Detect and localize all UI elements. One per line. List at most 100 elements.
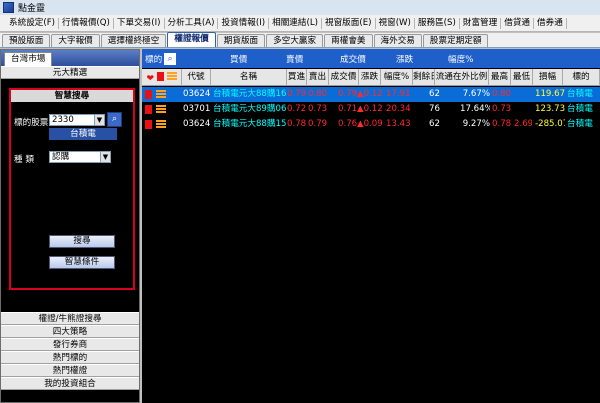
row-days: 62	[429, 89, 440, 99]
header-underlying[interactable]: 標的	[563, 69, 600, 86]
menu-securities-lending[interactable]: 借券通	[534, 17, 567, 29]
row-code: 037012	[182, 102, 211, 117]
row-pct: 20.34	[386, 104, 411, 114]
row-ratio: 9.27%	[462, 119, 490, 129]
table-header: ❤ 代號 名稱 買進 賣出 成交價 漲跌 幅度% 剩餘日 流通在外比例 最高 最…	[142, 69, 600, 86]
menu-trade[interactable]: 下單交易(I)	[114, 17, 165, 29]
menu-info[interactable]: 投資情報(I)	[218, 17, 270, 29]
row-name: 台積電元大88購16	[213, 89, 287, 99]
smart-condition-button[interactable]: 智慧條件	[49, 256, 115, 269]
row-loss: 123.73	[535, 104, 565, 114]
row-bid: 0.78	[287, 119, 307, 129]
four-strategies-button[interactable]: 四大策略	[1, 325, 139, 338]
row-bid: 0.72	[287, 104, 307, 114]
header-price[interactable]: 成交價	[329, 69, 359, 86]
strip-pct: 幅度%	[448, 55, 474, 65]
row-underlying: 台積電	[567, 119, 593, 129]
row-change: ▲0.12	[357, 104, 382, 114]
tab-two-rights[interactable]: 兩權會美	[324, 34, 373, 47]
strip-price: 成交價	[340, 55, 366, 65]
menu-layout[interactable]: 視窗版面(E)	[322, 17, 376, 29]
header-ask[interactable]: 賣出	[307, 69, 329, 86]
header-days[interactable]: 剩餘日	[413, 69, 435, 86]
row-name: 台積電元大89購06	[213, 104, 287, 114]
row-change: ▲0.09	[357, 119, 382, 129]
red-square-icon[interactable]	[156, 72, 164, 81]
header-bid[interactable]: 買進	[287, 69, 307, 86]
search-icon[interactable]: ⌕	[164, 52, 177, 65]
menu-window[interactable]: 視窗(W)	[376, 17, 415, 29]
title-bar: 點金靈	[0, 0, 600, 15]
row-ask: 0.73	[308, 104, 328, 114]
row-loss: 119.67	[535, 89, 565, 99]
menu-analysis[interactable]: 分析工具(A)	[165, 17, 219, 29]
header-change[interactable]: 漲跌	[359, 69, 381, 86]
top-picks-button[interactable]: 元大精選	[1, 66, 139, 79]
smart-search-box: 智慧搜尋 標的股票 2330 ▼ ⌕ 台積電 種 類 認購 ▼ 搜尋 智慧條件	[9, 88, 135, 290]
header-ratio[interactable]: 流通在外比例	[435, 69, 489, 86]
table-row[interactable]: 036247 台積電元大88購15 0.78 0.79 0.76 ▲0.09 1…	[142, 117, 600, 132]
row-ratio: 17.64%	[460, 104, 490, 114]
chevron-down-icon[interactable]: ▼	[100, 152, 110, 162]
tab-overseas[interactable]: 海外交易	[373, 34, 422, 47]
warrant-search-button[interactable]: 權證/牛熊證搜尋	[1, 312, 139, 325]
hot-warrant-button[interactable]: 熱門權證	[1, 364, 139, 377]
tab-options[interactable]: 選擇權終極空	[100, 34, 167, 47]
stock-name-display: 台積電	[49, 128, 117, 140]
tab-long-short[interactable]: 多空大贏家	[266, 34, 324, 47]
list-icon[interactable]	[166, 72, 177, 81]
row-ask: 0.80	[308, 89, 328, 99]
issuer-button[interactable]: 發行券商	[1, 338, 139, 351]
underlying-strip: 標的 ⌕ 買價 賣價 成交價 漲跌 幅度%	[142, 49, 600, 68]
row-days: 62	[429, 119, 440, 129]
table-row[interactable]: 036248 台積電元大88購16 0.79 0.80 0.79 ▲0.12 1…	[142, 87, 600, 102]
row-underlying: 台積電	[567, 104, 593, 114]
row-ask: 0.79	[308, 119, 328, 129]
search-button[interactable]: 搜尋	[49, 235, 115, 248]
row-code: 036247	[182, 117, 211, 132]
tab-futures[interactable]: 期貨版面	[216, 34, 266, 47]
tab-stock-savings[interactable]: 股票定期定額	[422, 34, 489, 47]
header-code[interactable]: 代號	[182, 69, 211, 86]
warrant-quote-panel: 標的 ⌕ 買價 賣價 成交價 漲跌 幅度% ❤ 代號 名稱 買進 賣出 成交價 …	[142, 49, 600, 403]
row-low: 2.69	[514, 119, 532, 129]
row-list-icon[interactable]	[156, 117, 168, 135]
my-portfolio-button[interactable]: 我的投資組合	[1, 377, 139, 390]
chevron-down-icon[interactable]: ▼	[94, 115, 104, 125]
row-high: 0.80	[492, 89, 512, 99]
left-panel: 台灣市場 元大精選 智慧搜尋 標的股票 2330 ▼ ⌕ 台積電 種 類 認購 …	[0, 49, 140, 403]
table-row[interactable]: 037012 台積電元大89購06 0.72 0.73 0.71 ▲0.12 2…	[142, 102, 600, 117]
tab-taiwan-market[interactable]: 台灣市場	[4, 52, 53, 66]
menu-service[interactable]: 服務區(S)	[415, 17, 460, 29]
row-pct: 13.43	[386, 119, 411, 129]
header-pct[interactable]: 幅度%	[381, 69, 413, 86]
tab-warrant-quote[interactable]: 權證報價	[167, 32, 216, 47]
type-select[interactable]: 認購 ▼	[49, 151, 111, 163]
header-icons: ❤	[142, 69, 182, 86]
row-name: 台積電元大88購15	[213, 119, 287, 129]
menu-system[interactable]: 系統設定(F)	[6, 17, 60, 29]
row-pct: 17.91	[386, 89, 411, 99]
warrant-table: ❤ 代號 名稱 買進 賣出 成交價 漲跌 幅度% 剩餘日 流通在外比例 最高 最…	[142, 69, 600, 132]
app-logo-icon	[3, 2, 14, 13]
stock-lookup-icon[interactable]: ⌕	[107, 112, 122, 127]
header-low[interactable]: 最低	[511, 69, 533, 86]
layout-tab-bar: 預設版面 大字報價 選擇權終極空 權證報價 期貨版面 多空大贏家 兩權會美 海外…	[0, 32, 600, 48]
row-red-square-icon[interactable]	[145, 117, 155, 135]
menu-quotes[interactable]: 行情報價(Q)	[59, 17, 114, 29]
tab-default-layout[interactable]: 預設版面	[2, 34, 51, 47]
stock-label: 標的股票	[14, 118, 49, 128]
stock-code-select[interactable]: 2330 ▼	[49, 114, 105, 126]
header-high[interactable]: 最高	[489, 69, 511, 86]
hot-underlying-button[interactable]: 熱門標的	[1, 351, 139, 364]
row-loss: -285.07	[535, 119, 565, 129]
menu-wealth[interactable]: 財富管理	[460, 17, 502, 29]
header-name[interactable]: 名稱	[211, 69, 287, 86]
row-price: 0.71	[338, 104, 358, 114]
menu-links[interactable]: 相關連結(L)	[269, 17, 322, 29]
left-panel-header: 台灣市場	[1, 50, 139, 66]
tab-big-quote[interactable]: 大字報價	[51, 34, 100, 47]
menu-loan[interactable]: 借貸通	[501, 17, 535, 29]
heart-icon[interactable]: ❤	[146, 74, 154, 84]
header-loss[interactable]: 損幅	[533, 69, 563, 86]
